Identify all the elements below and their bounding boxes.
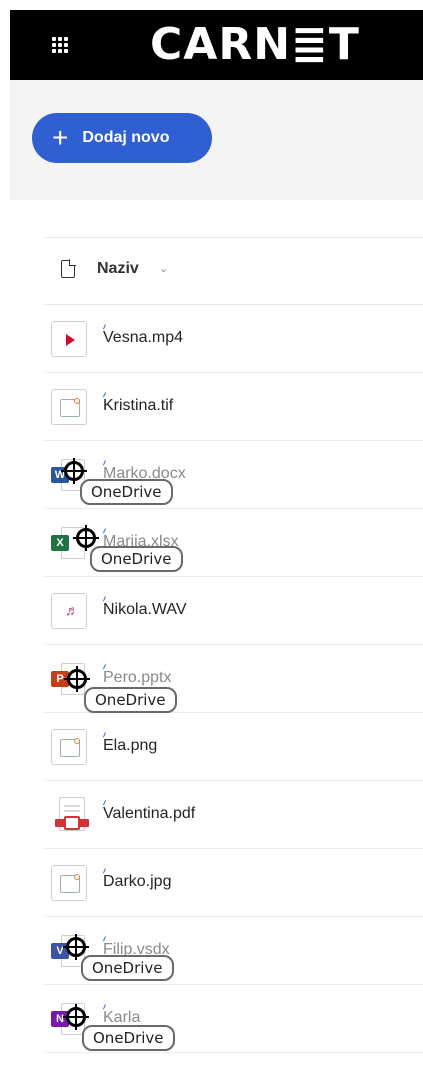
file-row[interactable]: ♬ ⸝ Nikola.WAV: [45, 577, 423, 645]
file-name[interactable]: Darko.jpg: [103, 873, 171, 891]
plus-icon: +: [52, 122, 69, 153]
onedrive-tag: OneDrive: [81, 955, 174, 981]
crosshair-icon: [61, 458, 87, 484]
app-header: CARN≣T: [10, 10, 423, 80]
app-launcher-icon[interactable]: [52, 37, 68, 53]
onedrive-tag: OneDrive: [82, 1025, 175, 1051]
crosshair-icon: [63, 1004, 89, 1030]
column-header-name[interactable]: Naziv: [97, 260, 139, 278]
file-row[interactable]: ⸝ Kristina.tif: [45, 373, 423, 441]
file-name[interactable]: Ela.png: [103, 737, 157, 755]
column-header: Naziv ⌄: [45, 237, 423, 305]
audio-file-icon: ♬: [51, 593, 87, 629]
video-file-icon: [51, 321, 87, 357]
image-file-icon: [51, 729, 87, 765]
onedrive-tag: OneDrive: [84, 687, 177, 713]
add-new-button[interactable]: + Dodaj novo: [32, 113, 212, 163]
onedrive-tag: OneDrive: [90, 546, 183, 572]
pdf-file-icon: [51, 797, 89, 833]
file-name[interactable]: Nikola.WAV: [103, 601, 187, 619]
file-row[interactable]: ⸝ Darko.jpg: [45, 849, 423, 917]
file-name[interactable]: Valentina.pdf: [103, 805, 195, 823]
file-row[interactable]: ⸝ Valentina.pdf: [45, 781, 423, 849]
chevron-down-icon[interactable]: ⌄: [159, 262, 168, 275]
onedrive-tag: OneDrive: [80, 479, 173, 505]
brand-logo: CARN≣T: [150, 19, 360, 70]
file-name[interactable]: Kristina.tif: [103, 397, 173, 415]
image-file-icon: [51, 865, 87, 901]
file-name[interactable]: Vesna.mp4: [103, 329, 183, 347]
file-row[interactable]: ⸝ Vesna.mp4: [45, 305, 423, 373]
file-row[interactable]: ⸝ Ela.png: [45, 713, 423, 781]
add-new-label: Dodaj novo: [82, 129, 170, 146]
image-file-icon: [51, 389, 87, 425]
crosshair-icon: [64, 666, 90, 692]
crosshair-icon: [63, 934, 89, 960]
crosshair-icon: [73, 525, 99, 551]
document-icon: [61, 259, 76, 278]
file-name[interactable]: Pero.pptx: [103, 669, 171, 687]
